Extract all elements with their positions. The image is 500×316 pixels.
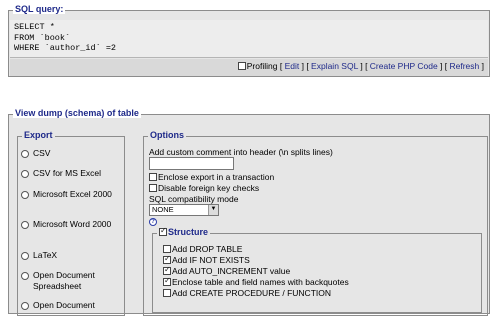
- radio-button[interactable]: [21, 221, 29, 229]
- options-legend: Options: [148, 130, 186, 140]
- profiling-label: Profiling: [246, 61, 278, 71]
- export-format-label: Open Document: [33, 300, 95, 310]
- create-php-code-link[interactable]: Create PHP Code: [370, 61, 438, 71]
- export-format-latex[interactable]: LaTeX: [21, 250, 125, 261]
- structure-option-label: Enclose table and field names with backq…: [172, 277, 349, 287]
- sql-toolbar: Profiling [ Edit ] [ Explain SQL ] [ Cre…: [10, 59, 488, 76]
- view-dump-legend: View dump (schema) of table: [13, 108, 141, 118]
- structure-option-label: Add CREATE PROCEDURE / FUNCTION: [172, 288, 332, 298]
- radio-button[interactable]: [21, 170, 29, 178]
- enclose-transaction-option[interactable]: Enclose export in a transaction: [149, 172, 274, 182]
- structure-option-label: Add AUTO_INCREMENT value: [172, 266, 291, 276]
- refresh-link[interactable]: Refresh: [450, 61, 480, 71]
- export-format-label: CSV: [33, 148, 51, 158]
- sql-query-box: SQL query: SELECT * FROM `book` WHERE `a…: [8, 4, 490, 77]
- disable-fk-checkbox[interactable]: [149, 184, 157, 192]
- radio-button[interactable]: [21, 252, 29, 260]
- edit-link[interactable]: Edit: [285, 61, 300, 71]
- structure-option-checkbox[interactable]: [163, 245, 171, 253]
- export-format-csv[interactable]: CSV: [21, 148, 125, 159]
- enclose-transaction-checkbox[interactable]: [149, 173, 157, 181]
- radio-button[interactable]: [21, 302, 29, 310]
- structure-legend-label: Structure: [168, 227, 209, 237]
- structure-option-checkbox[interactable]: [163, 289, 171, 297]
- structure-option-checkbox[interactable]: [163, 254, 171, 264]
- export-format-label: Microsoft Excel 2000: [33, 189, 112, 199]
- export-format-csv-excel[interactable]: CSV for MS Excel: [21, 168, 125, 179]
- export-format-label: LaTeX: [33, 250, 58, 260]
- export-legend: Export: [22, 130, 55, 140]
- export-box: Export CSV CSV for MS Excel Microsoft Ex…: [17, 130, 125, 316]
- disable-fk-label: Disable foreign key checks: [158, 183, 260, 193]
- sql-line: SELECT *: [14, 22, 55, 32]
- radio-button[interactable]: [21, 272, 29, 280]
- export-format-ods[interactable]: Open Document Spreadsheet: [21, 270, 125, 291]
- compat-mode-label: SQL compatibility mode: [149, 194, 239, 204]
- structure-checkbox[interactable]: [159, 226, 167, 236]
- structure-option[interactable]: Add IF NOT EXISTS: [163, 254, 250, 265]
- export-format-excel-2000[interactable]: Microsoft Excel 2000: [21, 189, 125, 200]
- radio-button[interactable]: [21, 150, 29, 158]
- sql-code: SELECT * FROM `book` WHERE `author_id` =…: [10, 20, 488, 58]
- export-format-odt[interactable]: Open Document: [21, 300, 125, 311]
- export-format-label: Open Document Spreadsheet: [33, 270, 95, 291]
- chevron-down-icon[interactable]: ▼: [208, 205, 218, 215]
- enclose-transaction-label: Enclose export in a transaction: [158, 172, 275, 182]
- structure-option-checkbox[interactable]: [163, 276, 171, 286]
- structure-legend[interactable]: Structure: [157, 226, 211, 237]
- comment-input[interactable]: [149, 157, 234, 170]
- structure-option-label: Add IF NOT EXISTS: [172, 255, 250, 265]
- compat-mode-select[interactable]: NONE ▼: [149, 204, 219, 216]
- export-format-word-2000[interactable]: Microsoft Word 2000: [21, 219, 125, 230]
- help-icon[interactable]: ?: [149, 218, 157, 226]
- structure-option-checkbox[interactable]: [163, 265, 171, 275]
- sql-query-legend: SQL query:: [13, 4, 66, 14]
- structure-box: Structure Add DROP TABLE Add IF NOT EXIS…: [152, 226, 482, 313]
- structure-option[interactable]: Add DROP TABLE: [163, 244, 242, 254]
- structure-option[interactable]: Enclose table and field names with backq…: [163, 276, 349, 287]
- sql-line: FROM `book`: [14, 32, 71, 43]
- export-format-label: Microsoft Word 2000: [33, 219, 112, 229]
- structure-option[interactable]: Add AUTO_INCREMENT value: [163, 265, 291, 276]
- explain-sql-link[interactable]: Explain SQL: [311, 61, 358, 71]
- profiling-checkbox[interactable]: [237, 62, 246, 70]
- structure-option[interactable]: Add CREATE PROCEDURE / FUNCTION: [163, 288, 331, 298]
- export-format-label: CSV for MS Excel: [33, 168, 102, 178]
- structure-option-label: Add DROP TABLE: [172, 244, 243, 254]
- radio-button[interactable]: [21, 191, 29, 199]
- disable-fk-option[interactable]: Disable foreign key checks: [149, 183, 259, 193]
- comment-label: Add custom comment into header (\n split…: [149, 147, 333, 157]
- sql-line: WHERE `author_id` =2: [14, 43, 117, 53]
- compat-mode-value: NONE: [152, 205, 174, 214]
